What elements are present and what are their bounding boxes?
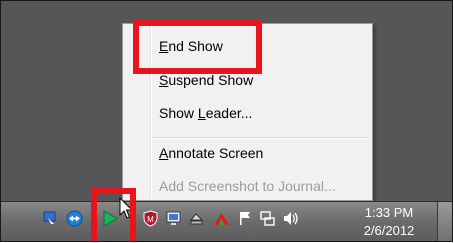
show-desktop-button[interactable] — [437, 202, 452, 241]
action-center-flag-icon[interactable] — [236, 209, 254, 227]
network-icon[interactable] — [258, 209, 276, 227]
clock-date: 2/6/2012 — [363, 223, 415, 238]
menu-item-mnemonic: S — [159, 72, 169, 88]
menu-separator — [153, 137, 369, 139]
svg-text:M: M — [147, 215, 154, 224]
network-monitor-icon[interactable] — [41, 209, 59, 227]
menu-item-label-rest: nnotate Screen — [168, 145, 264, 161]
menu-item-suspend-show[interactable]: Suspend Show — [159, 72, 253, 88]
menu-item-label: Add Screenshot to Journal... — [159, 178, 336, 194]
menu-item-label-rest: eader... — [205, 105, 253, 121]
menu-item-show-leader[interactable]: Show Leader... — [159, 105, 252, 121]
eject-device-icon[interactable] — [187, 209, 205, 227]
clock-time: 1:33 PM — [364, 205, 414, 220]
menu-item-label-prefix: Show — [159, 105, 198, 121]
display-icon[interactable] — [164, 209, 182, 227]
menu-item-add-screenshot-to-journal: Add Screenshot to Journal... — [159, 178, 336, 194]
highlight-box-end-show — [133, 20, 262, 74]
menu-item-mnemonic: A — [159, 145, 169, 161]
antivirus-shield-icon[interactable]: M — [141, 209, 159, 227]
menu-item-label-rest: uspend Show — [168, 72, 254, 88]
highlight-box-play-icon — [91, 188, 136, 241]
taskbar-clock[interactable]: 1:33 PM 2/6/2012 — [363, 204, 415, 240]
volume-icon[interactable] — [282, 209, 300, 227]
menu-item-annotate-screen[interactable]: Annotate Screen — [159, 145, 263, 161]
screenshot-frame: End Show Suspend Show Show Leader... Ann… — [0, 0, 453, 242]
teamviewer-icon[interactable] — [65, 209, 83, 227]
acrobat-icon[interactable] — [212, 209, 230, 227]
menu-item-mnemonic: L — [197, 105, 206, 121]
